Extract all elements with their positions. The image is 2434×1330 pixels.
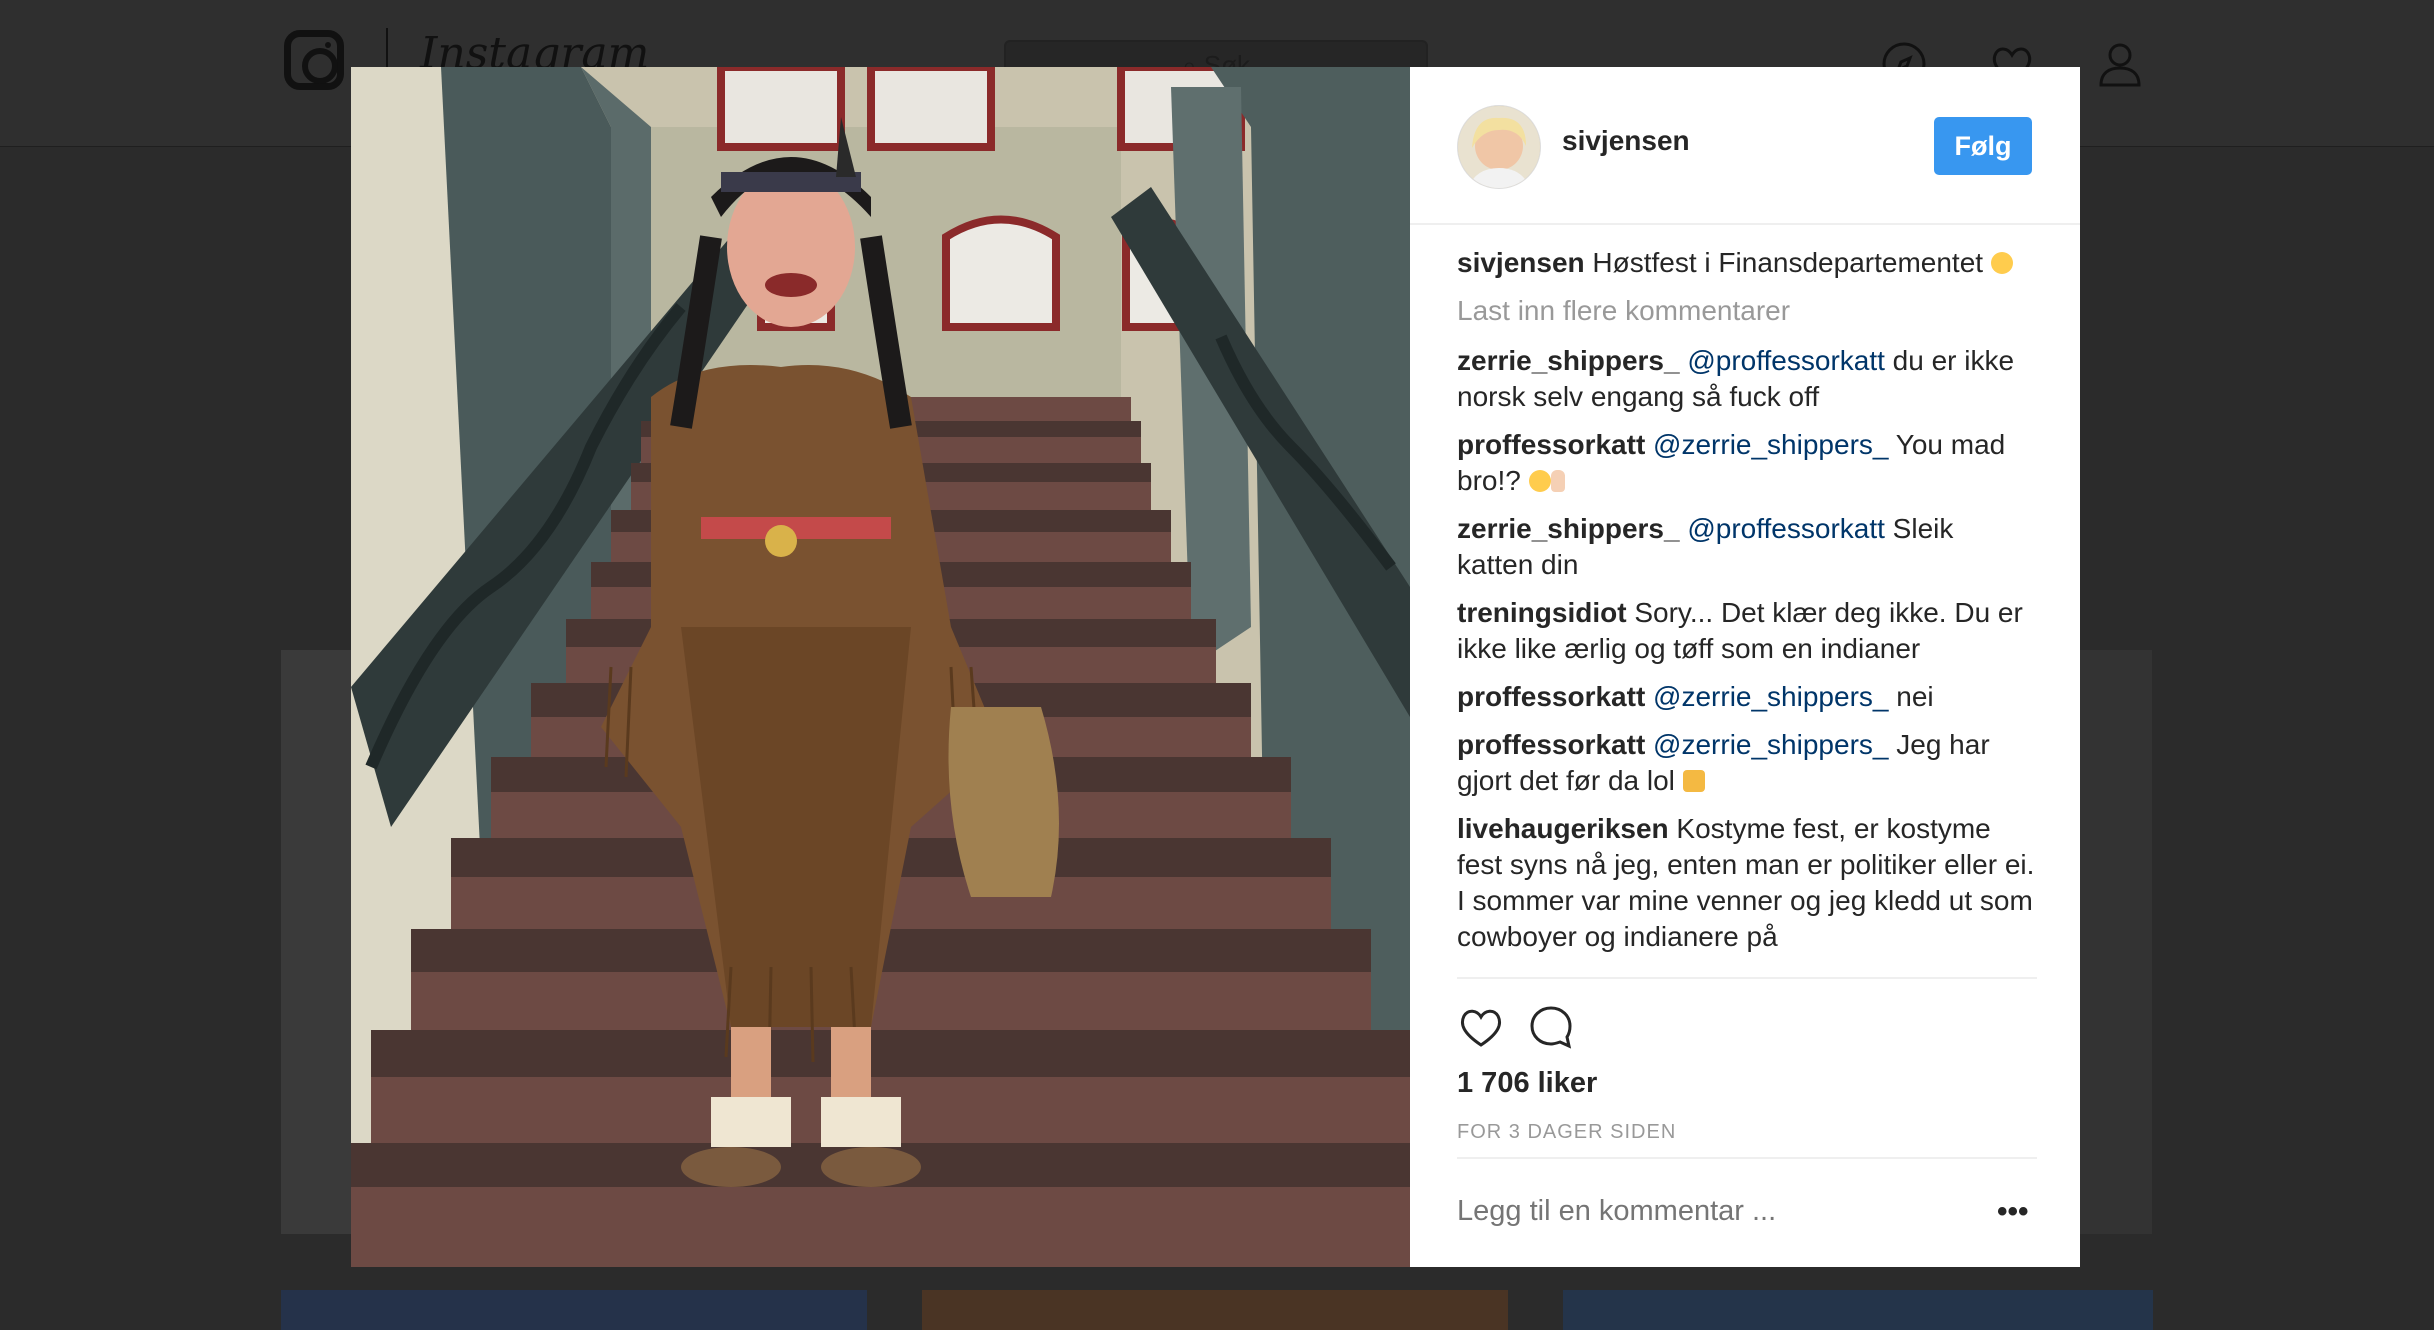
comment-mention[interactable]: @zerrie_shippers_ bbox=[1653, 429, 1888, 460]
grinning-face-emoji-icon bbox=[1990, 252, 2013, 274]
laughing-cat-emoji-icon bbox=[1682, 770, 1705, 792]
middle-finger-emoji-icon bbox=[1550, 470, 1565, 492]
grinning-squinting-emoji-icon bbox=[1528, 470, 1551, 492]
comment-author[interactable]: proffessorkatt bbox=[1457, 681, 1645, 712]
instagram-camera-icon[interactable] bbox=[284, 30, 344, 90]
likes-count[interactable]: 1 706 liker bbox=[1457, 1067, 1597, 1100]
profile-grid-tile[interactable] bbox=[1563, 1290, 2153, 1330]
comment-mention[interactable]: @proffessorkatt bbox=[1687, 345, 1885, 376]
comment-mention[interactable]: @proffessorkatt bbox=[1687, 513, 1885, 544]
comment-text: nei bbox=[1888, 681, 1934, 712]
comment-item: proffessorkatt @zerrie_shippers_ Jeg har… bbox=[1457, 727, 2037, 799]
comment-item: livehaugeriksen Kostyme fest, er kostyme… bbox=[1457, 811, 2037, 955]
comments-list[interactable]: sivjensen Høstfest i Finansdepartementet… bbox=[1457, 245, 2037, 1055]
comment-author[interactable]: livehaugeriksen bbox=[1457, 813, 1669, 844]
post-author-username[interactable]: sivjensen bbox=[1562, 125, 1690, 157]
comment-author[interactable]: zerrie_shippers_ bbox=[1457, 513, 1680, 544]
post-sidebar: sivjensen Følg sivjensen Høstfest i Fina… bbox=[1410, 67, 2080, 1267]
post-caption: sivjensen Høstfest i Finansdepartementet bbox=[1457, 245, 2037, 281]
load-more-comments-button[interactable]: Last inn flere kommentarer bbox=[1457, 293, 2037, 329]
profile-grid-tile[interactable] bbox=[281, 1290, 867, 1330]
profile-grid-tile[interactable] bbox=[922, 1290, 1508, 1330]
more-options-button[interactable]: ••• bbox=[1997, 1195, 2029, 1229]
comment-mention[interactable]: @zerrie_shippers_ bbox=[1653, 681, 1888, 712]
post-timestamp[interactable]: FOR 3 DAGER SIDEN bbox=[1457, 1121, 1676, 1144]
like-heart-icon[interactable] bbox=[1457, 1003, 1505, 1051]
post-photo[interactable] bbox=[351, 67, 1410, 1267]
profile-person-icon[interactable] bbox=[2096, 40, 2144, 88]
comment-author[interactable]: treningsidiot bbox=[1457, 597, 1627, 628]
comment-item: zerrie_shippers_ @proffessorkatt Sleik k… bbox=[1457, 511, 2037, 583]
comment-author[interactable]: zerrie_shippers_ bbox=[1457, 345, 1680, 376]
comment-author[interactable]: proffessorkatt bbox=[1457, 429, 1645, 460]
caption-text: Høstfest i Finansdepartementet bbox=[1592, 247, 1984, 278]
post-header: sivjensen Følg bbox=[1410, 67, 2080, 225]
add-comment-section: ••• bbox=[1457, 1157, 2037, 1269]
comment-author[interactable]: proffessorkatt bbox=[1457, 729, 1645, 760]
add-comment-input[interactable] bbox=[1457, 1195, 1977, 1228]
comment-bubble-icon[interactable] bbox=[1527, 1003, 1575, 1051]
avatar[interactable] bbox=[1457, 105, 1541, 189]
actions-divider bbox=[1457, 977, 2037, 979]
caption-author[interactable]: sivjensen bbox=[1457, 247, 1585, 278]
comment-item: treningsidiot Sory... Det klær deg ikke.… bbox=[1457, 595, 2037, 667]
comment-item: zerrie_shippers_ @proffessorkatt du er i… bbox=[1457, 343, 2037, 415]
profile-grid-tile[interactable] bbox=[2080, 650, 2152, 1234]
comment-item: proffessorkatt @zerrie_shippers_ nei bbox=[1457, 679, 2037, 715]
comment-item: proffessorkatt @zerrie_shippers_ You mad… bbox=[1457, 427, 2037, 499]
comment-mention[interactable]: @zerrie_shippers_ bbox=[1653, 729, 1888, 760]
post-modal: sivjensen Følg sivjensen Høstfest i Fina… bbox=[351, 67, 2080, 1267]
follow-button[interactable]: Følg bbox=[1934, 117, 2032, 175]
